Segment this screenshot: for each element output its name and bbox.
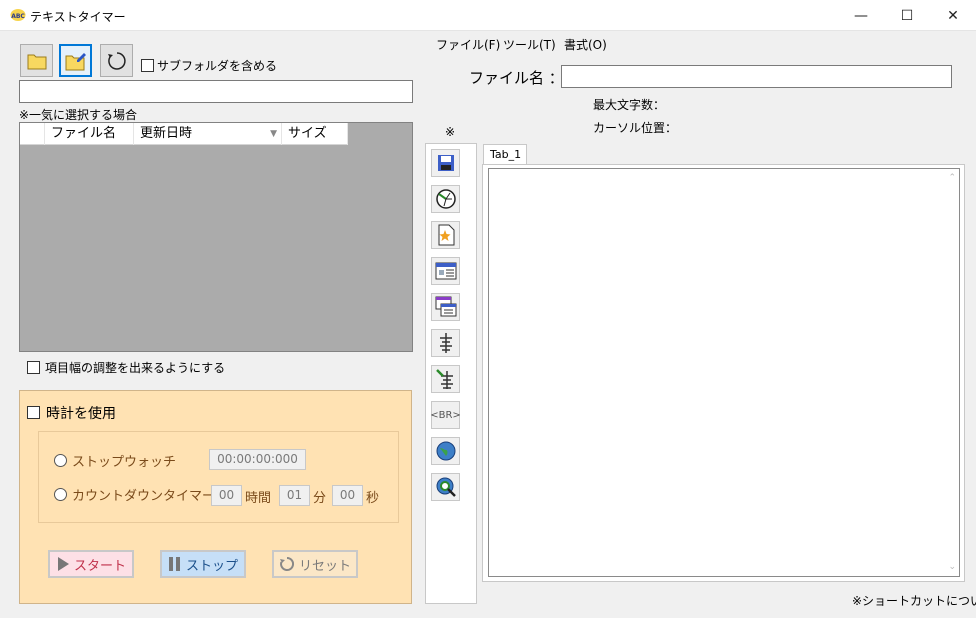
br-tag-icon: <BR> — [430, 409, 461, 421]
tab-1[interactable]: Tab_1 — [483, 144, 527, 165]
use-clock-checkbox[interactable] — [27, 406, 40, 419]
hours-unit: 時間 — [245, 491, 272, 506]
globe-tool-button[interactable] — [431, 437, 460, 465]
sort-arrow-icon: ▼ — [270, 129, 277, 139]
refresh-button[interactable] — [100, 44, 133, 77]
new-file-icon — [438, 224, 454, 246]
max-chars-label: 最大文字数： — [593, 98, 666, 112]
seconds-unit: 秒 — [366, 491, 380, 506]
window-icon — [435, 262, 456, 280]
clock-group — [38, 431, 399, 523]
subfolder-label: サブフォルダを含める — [157, 59, 278, 73]
open-folder-button[interactable] — [20, 44, 53, 77]
refresh-icon — [107, 51, 126, 70]
search-globe-tool-button[interactable] — [431, 473, 460, 501]
header-blank[interactable] — [20, 123, 45, 145]
maximize-icon: ☐ — [900, 7, 914, 24]
shortcut-note[interactable]: ※ショートカットについて — [852, 592, 976, 609]
file-list[interactable]: ファイル名 更新日時 ▼ サイズ — [19, 122, 413, 352]
play-icon — [57, 557, 69, 571]
menu-tools[interactable]: ツール(T) — [503, 36, 556, 53]
reset-icon — [279, 556, 295, 571]
save-icon — [437, 155, 454, 171]
start-button[interactable]: スタート — [48, 550, 134, 578]
edit-folder-button[interactable] — [59, 44, 92, 77]
svg-text:ABC: ABC — [11, 13, 25, 20]
subfolder-checkbox[interactable] — [141, 59, 154, 72]
maximize-button[interactable]: ☐ — [884, 0, 930, 31]
minutes-unit: 分 — [313, 491, 327, 506]
stop-button[interactable]: ストップ — [160, 550, 246, 578]
insert-icon — [439, 333, 452, 353]
filename-label: ファイル名 ： — [469, 69, 564, 87]
timer-tool-button[interactable] — [431, 185, 460, 213]
title-bar: ABC テキストタイマー — ☐ ✕ — [0, 0, 976, 31]
scroll-down-icon[interactable]: ⌄ — [948, 562, 956, 572]
path-input[interactable] — [19, 80, 413, 103]
new-file-tool-button[interactable] — [431, 221, 460, 249]
window-tool-button[interactable] — [431, 257, 460, 285]
header-filename[interactable]: ファイル名 — [45, 123, 134, 145]
menu-format[interactable]: 書式(O) — [564, 36, 607, 53]
windows-icon — [435, 296, 456, 317]
bulk-select-note: ※一気に選択する場合 — [19, 108, 138, 122]
header-size[interactable]: サイズ — [282, 123, 348, 145]
close-button[interactable]: ✕ — [930, 0, 976, 31]
br-tool-button[interactable]: <BR> — [430, 401, 461, 429]
filename-input[interactable] — [561, 65, 952, 88]
scroll-up-icon[interactable]: ⌃ — [948, 173, 956, 183]
edit-insert-tool-button[interactable] — [431, 365, 460, 393]
edit-insert-icon — [435, 369, 453, 389]
seconds-input[interactable]: 00 — [332, 485, 363, 506]
app-icon: ABC — [10, 8, 26, 22]
asterisk-note: ※ — [445, 125, 456, 139]
column-resize-label: 項目幅の調整を出来るようにする — [45, 361, 226, 375]
minimize-button[interactable]: — — [838, 0, 884, 31]
file-list-header: ファイル名 更新日時 ▼ サイズ — [20, 123, 348, 145]
search-globe-icon — [436, 477, 456, 497]
insert-tool-button[interactable] — [431, 329, 460, 357]
window-title: テキストタイマー — [30, 10, 126, 24]
pause-icon — [168, 557, 180, 571]
folder-edit-icon — [65, 52, 86, 70]
hours-input[interactable]: 00 — [211, 485, 242, 506]
globe-icon — [436, 441, 455, 461]
minutes-input[interactable]: 01 — [279, 485, 310, 506]
header-modified[interactable]: 更新日時 ▼ — [134, 123, 282, 145]
text-editor[interactable]: ⌃ ⌄ — [488, 168, 960, 577]
use-clock-label: 時計を使用 — [46, 406, 116, 422]
countdown-radio[interactable] — [54, 488, 67, 501]
reset-button[interactable]: リセット — [272, 550, 358, 578]
menu-file[interactable]: ファイル(F) — [436, 36, 500, 53]
cursor-pos-label: カーソル位置： — [593, 121, 678, 135]
close-icon: ✕ — [947, 7, 959, 24]
column-resize-checkbox[interactable] — [27, 361, 40, 374]
stopwatch-display: 00:00:00:000 — [209, 449, 306, 470]
countdown-label: カウントダウンタイマー — [72, 489, 216, 504]
stopwatch-radio[interactable] — [54, 454, 67, 467]
folder-icon — [27, 54, 46, 69]
minimize-icon: — — [854, 7, 868, 24]
timer-icon — [435, 189, 456, 209]
stopwatch-label: ストップウォッチ — [72, 455, 177, 470]
windows-tool-button[interactable] — [431, 293, 460, 321]
save-tool-button[interactable] — [431, 149, 460, 177]
